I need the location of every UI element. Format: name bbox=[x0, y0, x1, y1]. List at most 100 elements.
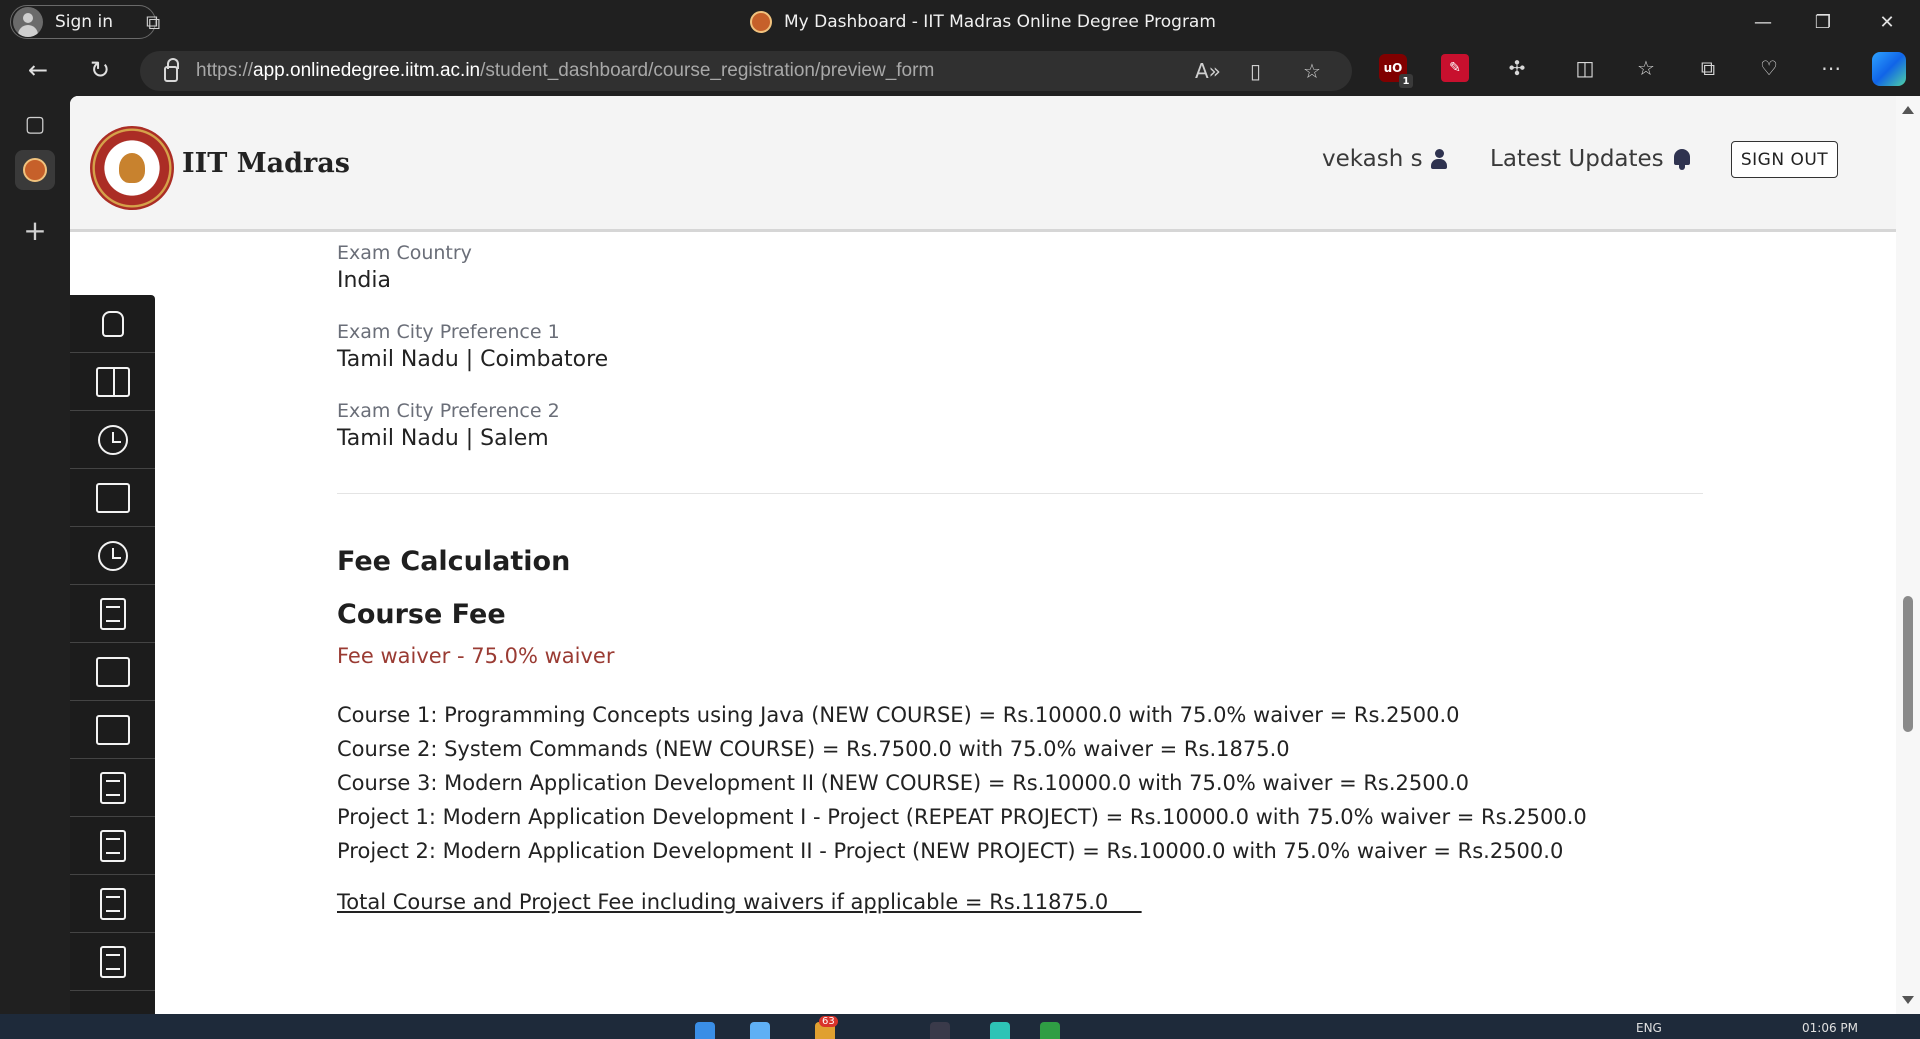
clock-time[interactable]: 01:06 PM bbox=[1802, 1021, 1858, 1035]
immersive-reader-icon[interactable]: ▯ bbox=[1250, 59, 1261, 83]
sign-in-label: Sign in bbox=[55, 12, 113, 32]
hand-pointer-icon bbox=[101, 310, 124, 337]
calendar-icon bbox=[95, 656, 130, 687]
fee-receipt-icon bbox=[99, 887, 126, 920]
scroll-thumb[interactable] bbox=[1903, 596, 1913, 732]
fee-line: Project 2: Modern Application Developmen… bbox=[337, 839, 1564, 863]
scroll-up-arrow-icon[interactable] bbox=[1902, 106, 1914, 114]
latest-updates-link[interactable]: Latest Updates bbox=[1490, 146, 1692, 172]
certificate-icon bbox=[95, 714, 130, 745]
course-fee-heading: Course Fee bbox=[337, 599, 506, 630]
collections-icon[interactable]: ⧉ bbox=[1694, 54, 1722, 82]
menu-item-history[interactable] bbox=[70, 411, 155, 469]
taskbar-app-icon[interactable] bbox=[1040, 1022, 1060, 1039]
menu-item-download[interactable] bbox=[70, 759, 155, 817]
taskbar-app-icon[interactable] bbox=[750, 1022, 770, 1039]
notification-count: 63 bbox=[819, 1016, 838, 1027]
iitm-logo[interactable] bbox=[90, 126, 174, 210]
copilot-icon[interactable] bbox=[1872, 52, 1906, 86]
language-indicator[interactable]: ENG bbox=[1636, 1021, 1662, 1035]
refresh-icon[interactable]: ↻ bbox=[80, 50, 120, 90]
field-value: India bbox=[337, 268, 391, 293]
user-menu[interactable]: vekash s bbox=[1322, 146, 1447, 172]
exam-city-pref-1-field: Exam City Preference 1 Tamil Nadu | Coim… bbox=[337, 321, 1707, 372]
menu-item-documents[interactable] bbox=[70, 933, 155, 991]
field-label: Exam Country bbox=[337, 242, 472, 264]
browser-essentials-icon[interactable]: ♡ bbox=[1755, 54, 1783, 82]
scroll-down-arrow-icon[interactable] bbox=[1902, 996, 1914, 1004]
web-page: IIT Madras vekash s Latest Updates SIGN … bbox=[70, 96, 1896, 1014]
fee-waiver-note: Fee waiver - 75.0% waiver bbox=[337, 644, 615, 668]
browser-titlebar: Sign in ⧉ My Dashboard - IIT Madras Onli… bbox=[0, 0, 1920, 44]
menu-item-certificate[interactable] bbox=[70, 701, 155, 759]
lock-icon[interactable] bbox=[164, 58, 179, 82]
back-arrow-icon[interactable]: ← bbox=[18, 50, 58, 90]
menu-item-payments[interactable] bbox=[70, 875, 155, 933]
menu-item-timeline[interactable] bbox=[70, 527, 155, 585]
sign-in-button[interactable]: Sign in bbox=[10, 5, 156, 39]
field-value: Tamil Nadu | Salem bbox=[337, 426, 549, 451]
user-name: vekash s bbox=[1322, 146, 1423, 172]
edit-form-icon bbox=[95, 482, 130, 513]
dashboard-side-menu bbox=[70, 295, 155, 1014]
favorite-star-icon[interactable]: ☆ bbox=[1303, 59, 1321, 83]
taskbar-app-icon[interactable]: 63 bbox=[815, 1016, 838, 1039]
menu-item-calendar[interactable] bbox=[70, 643, 155, 701]
menu-item-exam-form[interactable] bbox=[70, 585, 155, 643]
exam-city-pref-2-field: Exam City Preference 2 Tamil Nadu | Sale… bbox=[337, 400, 1707, 451]
read-aloud-icon[interactable]: A» bbox=[1195, 59, 1221, 83]
field-label: Exam City Preference 1 bbox=[337, 321, 560, 343]
verified-document-icon bbox=[99, 829, 126, 862]
iitm-favicon-icon bbox=[23, 158, 47, 182]
fee-line: Course 3: Modern Application Development… bbox=[337, 771, 1470, 795]
ublock-extension-icon[interactable]: uO 1 bbox=[1379, 54, 1413, 88]
history-clock-icon bbox=[97, 424, 128, 455]
more-menu-icon[interactable]: ⋯ bbox=[1817, 54, 1845, 82]
tab-actions-icon[interactable]: ▢ bbox=[15, 104, 55, 144]
favorites-icon[interactable]: ☆ bbox=[1632, 54, 1660, 82]
field-value: Tamil Nadu | Coimbatore bbox=[337, 347, 609, 372]
red-extension-icon[interactable]: ✎ bbox=[1441, 54, 1469, 82]
active-tab[interactable]: My Dashboard - IIT Madras Online Degree … bbox=[750, 0, 1216, 44]
brand-name[interactable]: IIT Madras bbox=[182, 148, 350, 179]
fee-line: Project 1: Modern Application Developmen… bbox=[337, 805, 1587, 829]
close-window-button[interactable]: ✕ bbox=[1857, 0, 1917, 44]
total-fee: Total Course and Project Fee including w… bbox=[337, 890, 1142, 914]
fee-line: Course 1: Programming Concepts using Jav… bbox=[337, 703, 1460, 727]
start-icon[interactable] bbox=[695, 1022, 715, 1039]
fee-calculation-heading: Fee Calculation bbox=[337, 546, 571, 577]
taskbar-app-icon[interactable] bbox=[990, 1022, 1010, 1039]
exam-country-field: Exam Country India bbox=[337, 242, 1707, 293]
taskbar-app-icon[interactable] bbox=[930, 1022, 950, 1039]
iitm-favicon-icon bbox=[750, 11, 772, 33]
restore-button[interactable]: ❐ bbox=[1793, 0, 1853, 44]
new-tab-plus-icon[interactable]: + bbox=[15, 210, 55, 250]
preview-form-content: Exam Country India Exam City Preference … bbox=[337, 242, 1707, 914]
documents-icon bbox=[99, 945, 126, 978]
checklist-icon bbox=[99, 597, 126, 630]
download-document-icon bbox=[99, 771, 126, 804]
field-label: Exam City Preference 2 bbox=[337, 400, 560, 422]
split-screen-icon[interactable]: ◫ bbox=[1571, 54, 1599, 82]
vertical-tabs-sidebar: ▢ + bbox=[0, 96, 70, 1014]
menu-item-registration[interactable] bbox=[70, 469, 155, 527]
latest-updates-label: Latest Updates bbox=[1490, 146, 1664, 172]
tab-title: My Dashboard - IIT Madras Online Degree … bbox=[784, 12, 1216, 32]
page-scrollbar[interactable] bbox=[1896, 96, 1920, 1014]
sign-out-button[interactable]: SIGN OUT bbox=[1731, 141, 1838, 178]
bell-icon bbox=[1672, 148, 1692, 170]
menu-item-courses[interactable] bbox=[70, 353, 155, 411]
extensions-puzzle-icon[interactable]: ✣ bbox=[1503, 54, 1531, 82]
minimize-button[interactable]: — bbox=[1733, 0, 1793, 44]
menu-item-onboarding[interactable] bbox=[70, 295, 155, 353]
vertical-tab-dashboard[interactable] bbox=[15, 150, 55, 190]
fee-lines: Course 1: Programming Concepts using Jav… bbox=[337, 698, 1707, 868]
clock-icon bbox=[97, 540, 128, 571]
workspaces-icon[interactable]: ⧉ bbox=[146, 10, 160, 34]
browser-toolbar: ← ↻ https://app.onlinedegree.iitm.ac.in/… bbox=[0, 44, 1920, 96]
url-text[interactable]: https://app.onlinedegree.iitm.ac.in/stud… bbox=[196, 60, 934, 82]
address-bar[interactable]: https://app.onlinedegree.iitm.ac.in/stud… bbox=[140, 51, 1352, 91]
site-header: IIT Madras vekash s Latest Updates SIGN … bbox=[70, 96, 1896, 232]
menu-item-verified-docs[interactable] bbox=[70, 817, 155, 875]
section-divider bbox=[337, 493, 1703, 494]
